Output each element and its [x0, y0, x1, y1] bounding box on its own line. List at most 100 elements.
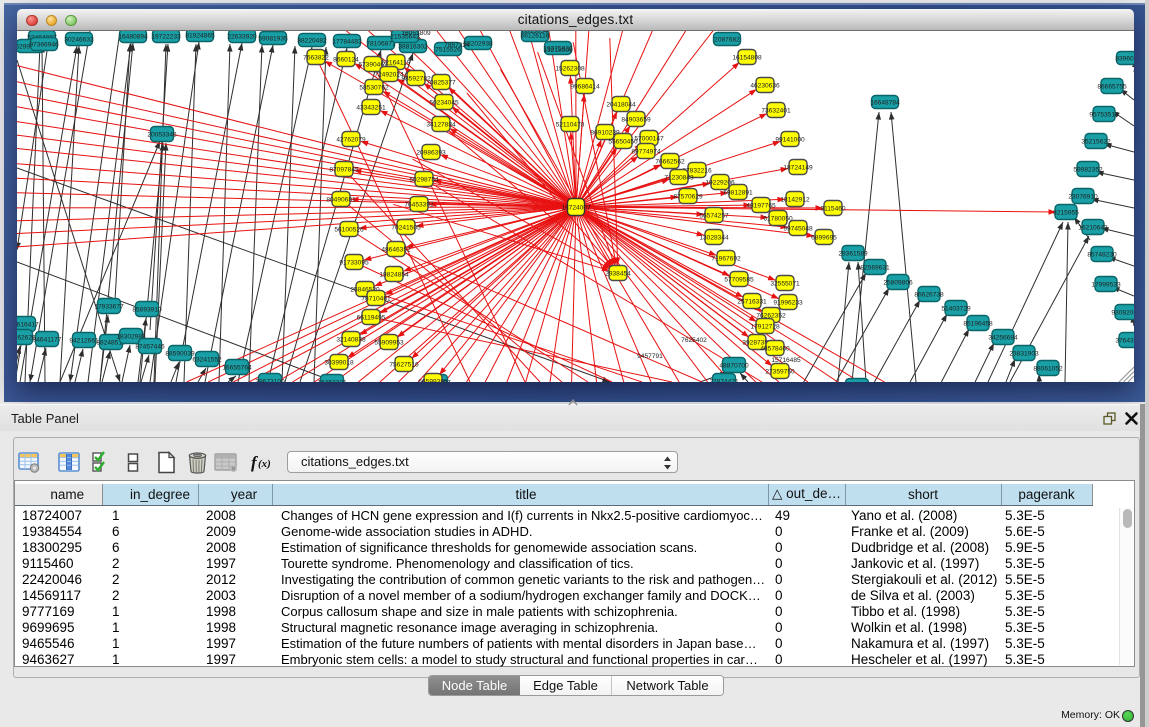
svg-text:71230843: 71230843: [664, 174, 694, 181]
svg-text:57709585: 57709585: [724, 276, 754, 283]
svg-text:94641177: 94641177: [33, 336, 62, 343]
svg-text:43343251: 43343251: [356, 104, 386, 111]
svg-text:25809806: 25809806: [883, 279, 913, 286]
svg-text:99745048: 99745048: [783, 225, 813, 232]
svg-text:57000147: 57000147: [634, 135, 664, 142]
svg-text:2087682: 2087682: [714, 36, 740, 43]
svg-text:91996233: 91996233: [773, 299, 803, 306]
svg-text:51403729: 51403729: [941, 305, 971, 312]
svg-text:78710461: 78710461: [361, 295, 391, 302]
svg-text:88061052: 88061052: [1033, 365, 1063, 372]
svg-text:94212661: 94212661: [69, 337, 99, 344]
svg-text:17912728: 17912728: [750, 323, 780, 330]
svg-text:27359750: 27359750: [765, 368, 795, 375]
svg-text:7857224: 7857224: [444, 42, 470, 49]
svg-text:16053809: 16053809: [401, 31, 431, 37]
svg-text:70825377: 70825377: [426, 79, 456, 86]
svg-text:16655764: 16655764: [222, 364, 252, 371]
svg-text:59982352: 59982352: [1073, 166, 1103, 173]
svg-text:2938454: 2938454: [605, 270, 631, 277]
svg-text:8813054: 8813054: [522, 31, 548, 35]
svg-text:86665755: 86665755: [1097, 83, 1127, 90]
svg-text:13028344: 13028344: [699, 234, 729, 241]
svg-text:13218906: 13218906: [543, 47, 573, 54]
svg-text:87570629: 87570629: [673, 193, 703, 200]
svg-text:89774974: 89774974: [631, 148, 661, 155]
svg-text:63241552: 63241552: [192, 356, 222, 363]
svg-text:9115460: 9115460: [820, 205, 846, 212]
svg-text:16252221: 16252221: [317, 379, 347, 382]
svg-text:29361589: 29361589: [838, 250, 868, 257]
svg-text:73632401: 73632401: [761, 107, 791, 114]
svg-text:70241505: 70241505: [391, 224, 421, 231]
svg-text:19722233: 19722233: [151, 33, 181, 40]
svg-text:30399018: 30399018: [324, 359, 354, 366]
svg-text:61780050: 61780050: [763, 215, 793, 222]
svg-text:66119495: 66119495: [357, 314, 386, 321]
svg-text:39673100: 39673100: [255, 378, 285, 382]
svg-text:34256684: 34256684: [988, 334, 1018, 341]
svg-text:52164119: 52164119: [382, 59, 411, 66]
svg-text:56100526: 56100526: [334, 226, 364, 233]
svg-text:32555071: 32555071: [770, 280, 800, 287]
svg-text:75627516: 75627516: [389, 361, 419, 368]
svg-text:59081935: 59081935: [258, 35, 288, 42]
svg-text:42762079: 42762079: [336, 136, 366, 143]
svg-text:26616417: 26616417: [17, 321, 39, 328]
svg-text:7625402: 7625402: [681, 337, 707, 344]
svg-text:48870700: 48870700: [719, 362, 749, 369]
svg-text:(x): (x): [258, 458, 271, 470]
svg-text:56574257: 56574257: [699, 212, 729, 219]
svg-text:20986393: 20986393: [416, 149, 446, 156]
svg-text:58530762: 58530762: [359, 84, 389, 91]
svg-text:46230636: 46230636: [750, 82, 780, 89]
svg-text:91733095: 91733095: [339, 259, 369, 266]
svg-text:99686414: 99686414: [570, 83, 600, 90]
svg-text:87097845: 87097845: [329, 166, 359, 173]
svg-text:34127884: 34127884: [426, 121, 456, 128]
svg-text:25716331: 25716331: [737, 298, 767, 305]
svg-text:72492024: 72492024: [374, 71, 404, 78]
svg-text:88590039: 88590039: [165, 350, 195, 357]
svg-text:69812891: 69812891: [723, 189, 753, 196]
svg-text:27874421: 27874421: [709, 378, 739, 382]
svg-text:99141000: 99141000: [775, 136, 805, 143]
svg-text:17933677: 17933677: [94, 303, 124, 310]
svg-text:16154808: 16154808: [732, 54, 762, 61]
svg-text:50298754: 50298754: [409, 176, 439, 183]
svg-text:97366946: 97366946: [29, 41, 59, 48]
svg-text:32140838: 32140838: [336, 336, 366, 343]
svg-text:17999533: 17999533: [1091, 281, 1121, 288]
svg-text:84903659: 84903659: [621, 116, 651, 123]
svg-text:35215622: 35215622: [1081, 138, 1111, 145]
svg-text:55909953: 55909953: [374, 339, 404, 346]
svg-text:15716485: 15716485: [771, 357, 801, 364]
svg-text:38816302: 38816302: [398, 43, 428, 50]
svg-text:19824854: 19824854: [379, 271, 409, 278]
svg-text:18724149: 18724149: [783, 164, 813, 171]
svg-text:8215955: 8215955: [1053, 209, 1079, 216]
svg-text:16480894: 16480894: [118, 33, 148, 40]
svg-text:86626738: 86626738: [914, 291, 944, 298]
svg-text:20418044: 20418044: [606, 101, 636, 108]
svg-text:48197765: 48197765: [746, 202, 776, 209]
svg-text:48646352: 48646352: [381, 246, 411, 253]
svg-text:7663822: 7663822: [303, 54, 329, 61]
svg-text:18724007: 18724007: [561, 204, 591, 211]
svg-text:83960310: 83960310: [1115, 55, 1134, 62]
svg-text:9457791: 9457791: [637, 353, 663, 360]
svg-text:80490681: 80490681: [326, 196, 356, 203]
svg-text:95753514: 95753514: [1089, 111, 1119, 118]
svg-text:85748230: 85748230: [1087, 251, 1117, 258]
svg-text:50234045: 50234045: [429, 99, 459, 106]
svg-text:23831903: 23831903: [1009, 350, 1039, 357]
svg-text:76662562: 76662562: [655, 158, 685, 165]
svg-text:22633920: 22633920: [227, 33, 257, 40]
svg-text:6899695: 6899695: [811, 234, 837, 241]
svg-text:52110478: 52110478: [556, 121, 585, 128]
svg-text:23076910: 23076910: [1068, 193, 1098, 200]
svg-text:93082061: 93082061: [1111, 309, 1134, 316]
svg-text:16648784: 16648784: [870, 99, 900, 106]
svg-text:85196458: 85196458: [963, 320, 993, 327]
svg-text:48578460: 48578460: [760, 345, 790, 352]
